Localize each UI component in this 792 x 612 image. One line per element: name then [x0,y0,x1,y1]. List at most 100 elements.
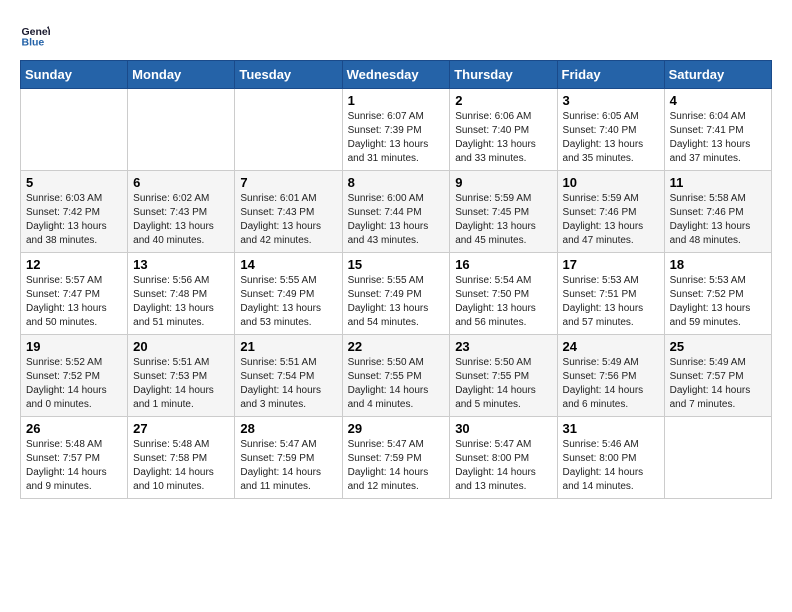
calendar-cell: 18 Sunrise: 5:53 AM Sunset: 7:52 PM Dayli… [664,253,771,335]
day-info: Sunrise: 5:52 AM Sunset: 7:52 PM Dayligh… [26,356,122,412]
day-number: 7 [240,175,336,190]
header-thursday: Thursday [450,61,557,89]
week-row-1: 5 Sunrise: 6:03 AM Sunset: 7:42 PM Daylig… [21,171,772,253]
page-header: General Blue [20,20,772,50]
calendar-cell: 28Sunrise: 5:47 AM Sunset: 7:59 PM Dayli… [235,417,342,499]
calendar-cell: 8 Sunrise: 6:00 AM Sunset: 7:44 PM Daylig… [342,171,450,253]
day-number: 17 [563,257,659,272]
day-number: 19 [26,339,122,354]
calendar-cell: 22 Sunrise: 5:50 AM Sunset: 7:55 PM Dayli… [342,335,450,417]
day-number: 15 [348,257,445,272]
day-info: Sunrise: 5:47 AM Sunset: 8:00 PM Dayligh… [455,438,551,494]
day-info: Sunrise: 5:50 AM Sunset: 7:55 PM Dayligh… [348,356,445,412]
day-info: Sunrise: 5:53 AM Sunset: 7:52 PM Dayligh… [670,274,766,330]
day-number: 4 [670,93,766,108]
day-number: 8 [348,175,445,190]
day-number: 16 [455,257,551,272]
svg-text:Blue: Blue [22,37,45,49]
day-info: Sunrise: 5:48 AM Sunset: 7:57 PM Dayligh… [26,438,122,494]
calendar-table: SundayMondayTuesdayWednesdayThursdayFrid… [20,60,772,499]
day-number: 12 [26,257,122,272]
calendar-cell [128,89,235,171]
day-info: Sunrise: 5:51 AM Sunset: 7:54 PM Dayligh… [240,356,336,412]
calendar-cell: 4 Sunrise: 6:04 AM Sunset: 7:41 PM Daylig… [664,89,771,171]
calendar-cell: 7 Sunrise: 6:01 AM Sunset: 7:43 PM Daylig… [235,171,342,253]
calendar-cell [235,89,342,171]
calendar-cell: 1Sunrise: 6:07 AM Sunset: 7:39 PM Daylig… [342,89,450,171]
week-row-4: 26Sunrise: 5:48 AM Sunset: 7:57 PM Dayli… [21,417,772,499]
calendar-cell: 23 Sunrise: 5:50 AM Sunset: 7:55 PM Dayli… [450,335,557,417]
header-tuesday: Tuesday [235,61,342,89]
calendar-cell: 13 Sunrise: 5:56 AM Sunset: 7:48 PM Dayli… [128,253,235,335]
day-number: 20 [133,339,229,354]
calendar-cell: 15Sunrise: 5:55 AM Sunset: 7:49 PM Dayli… [342,253,450,335]
day-info: Sunrise: 5:46 AM Sunset: 8:00 PM Dayligh… [563,438,659,494]
calendar-cell: 9Sunrise: 5:59 AM Sunset: 7:45 PM Daylig… [450,171,557,253]
calendar-cell: 31 Sunrise: 5:46 AM Sunset: 8:00 PM Dayli… [557,417,664,499]
calendar-cell: 29 Sunrise: 5:47 AM Sunset: 7:59 PM Dayli… [342,417,450,499]
logo-icon: General Blue [20,20,50,50]
day-number: 24 [563,339,659,354]
day-number: 27 [133,421,229,436]
day-number: 29 [348,421,445,436]
day-info: Sunrise: 6:07 AM Sunset: 7:39 PM Dayligh… [348,110,445,166]
day-info: Sunrise: 6:01 AM Sunset: 7:43 PM Dayligh… [240,192,336,248]
day-info: Sunrise: 5:56 AM Sunset: 7:48 PM Dayligh… [133,274,229,330]
day-number: 14 [240,257,336,272]
calendar-cell: 3 Sunrise: 6:05 AM Sunset: 7:40 PM Daylig… [557,89,664,171]
header-sunday: Sunday [21,61,128,89]
calendar-header-row: SundayMondayTuesdayWednesdayThursdayFrid… [21,61,772,89]
header-monday: Monday [128,61,235,89]
logo: General Blue [20,20,54,50]
day-info: Sunrise: 5:51 AM Sunset: 7:53 PM Dayligh… [133,356,229,412]
day-number: 3 [563,93,659,108]
calendar-cell: 30 Sunrise: 5:47 AM Sunset: 8:00 PM Dayli… [450,417,557,499]
calendar-cell: 20 Sunrise: 5:51 AM Sunset: 7:53 PM Dayli… [128,335,235,417]
day-info: Sunrise: 5:47 AM Sunset: 7:59 PM Dayligh… [240,438,336,494]
week-row-2: 12Sunrise: 5:57 AM Sunset: 7:47 PM Dayli… [21,253,772,335]
day-info: Sunrise: 6:02 AM Sunset: 7:43 PM Dayligh… [133,192,229,248]
day-number: 5 [26,175,122,190]
calendar-cell: 17 Sunrise: 5:53 AM Sunset: 7:51 PM Dayli… [557,253,664,335]
day-number: 13 [133,257,229,272]
calendar-cell: 12Sunrise: 5:57 AM Sunset: 7:47 PM Dayli… [21,253,128,335]
day-number: 11 [670,175,766,190]
calendar-cell: 14 Sunrise: 5:55 AM Sunset: 7:49 PM Dayli… [235,253,342,335]
week-row-0: 1Sunrise: 6:07 AM Sunset: 7:39 PM Daylig… [21,89,772,171]
day-number: 25 [670,339,766,354]
day-info: Sunrise: 5:58 AM Sunset: 7:46 PM Dayligh… [670,192,766,248]
day-number: 6 [133,175,229,190]
day-number: 23 [455,339,551,354]
day-info: Sunrise: 6:06 AM Sunset: 7:40 PM Dayligh… [455,110,551,166]
calendar-cell: 10 Sunrise: 5:59 AM Sunset: 7:46 PM Dayli… [557,171,664,253]
calendar-cell [664,417,771,499]
week-row-3: 19 Sunrise: 5:52 AM Sunset: 7:52 PM Dayli… [21,335,772,417]
calendar-cell: 19 Sunrise: 5:52 AM Sunset: 7:52 PM Dayli… [21,335,128,417]
calendar-cell: 2 Sunrise: 6:06 AM Sunset: 7:40 PM Daylig… [450,89,557,171]
day-info: Sunrise: 5:53 AM Sunset: 7:51 PM Dayligh… [563,274,659,330]
calendar-cell: 11 Sunrise: 5:58 AM Sunset: 7:46 PM Dayli… [664,171,771,253]
day-number: 22 [348,339,445,354]
day-info: Sunrise: 5:47 AM Sunset: 7:59 PM Dayligh… [348,438,445,494]
calendar-cell: 27 Sunrise: 5:48 AM Sunset: 7:58 PM Dayli… [128,417,235,499]
day-info: Sunrise: 6:05 AM Sunset: 7:40 PM Dayligh… [563,110,659,166]
day-info: Sunrise: 6:03 AM Sunset: 7:42 PM Dayligh… [26,192,122,248]
calendar-cell: 24Sunrise: 5:49 AM Sunset: 7:56 PM Dayli… [557,335,664,417]
day-number: 18 [670,257,766,272]
calendar-cell: 25 Sunrise: 5:49 AM Sunset: 7:57 PM Dayli… [664,335,771,417]
calendar-cell [21,89,128,171]
calendar-cell: 5 Sunrise: 6:03 AM Sunset: 7:42 PM Daylig… [21,171,128,253]
day-number: 30 [455,421,551,436]
day-info: Sunrise: 5:49 AM Sunset: 7:57 PM Dayligh… [670,356,766,412]
day-info: Sunrise: 6:04 AM Sunset: 7:41 PM Dayligh… [670,110,766,166]
header-wednesday: Wednesday [342,61,450,89]
day-info: Sunrise: 5:55 AM Sunset: 7:49 PM Dayligh… [240,274,336,330]
day-info: Sunrise: 6:00 AM Sunset: 7:44 PM Dayligh… [348,192,445,248]
day-number: 10 [563,175,659,190]
day-info: Sunrise: 5:50 AM Sunset: 7:55 PM Dayligh… [455,356,551,412]
day-info: Sunrise: 5:59 AM Sunset: 7:46 PM Dayligh… [563,192,659,248]
day-number: 2 [455,93,551,108]
header-saturday: Saturday [664,61,771,89]
day-number: 31 [563,421,659,436]
day-info: Sunrise: 5:48 AM Sunset: 7:58 PM Dayligh… [133,438,229,494]
